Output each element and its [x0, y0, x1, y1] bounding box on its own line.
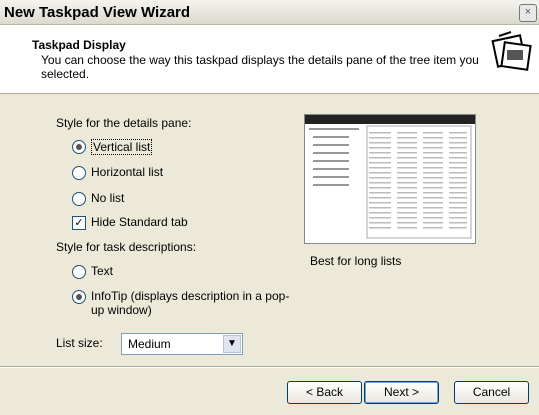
- task-descriptions-label: Style for task descriptions:: [56, 240, 197, 254]
- no-list-label: No list: [91, 191, 125, 205]
- header-description: You can choose the way this taskpad disp…: [41, 53, 479, 81]
- details-pane-label: Style for the details pane:: [56, 116, 192, 130]
- list-size-select[interactable]: Medium ▼: [121, 333, 243, 355]
- preview-titlebar: [305, 115, 475, 124]
- list-size-label: List size:: [56, 336, 103, 350]
- next-button[interactable]: Next >: [364, 381, 439, 404]
- close-icon[interactable]: ×: [519, 4, 537, 22]
- preview-image: [304, 114, 476, 244]
- title-bar: New Taskpad View Wizard ×: [0, 0, 539, 25]
- button-separator: [0, 366, 539, 368]
- radio-unselected: [72, 192, 86, 206]
- horizontal-list-radio[interactable]: Horizontal list: [72, 165, 163, 180]
- chevron-down-icon[interactable]: ▼: [223, 335, 241, 353]
- checkmark-icon: ✓: [72, 216, 86, 230]
- header-title: Taskpad Display: [32, 38, 126, 52]
- text-label: Text: [91, 264, 114, 278]
- back-button[interactable]: < Back: [287, 381, 362, 404]
- radio-selected: [72, 140, 86, 154]
- radio-unselected: [72, 265, 86, 279]
- no-list-radio[interactable]: No list: [72, 191, 124, 206]
- list-size-value: Medium: [128, 337, 171, 351]
- wizard-body: Style for the details pane: Vertical lis…: [0, 94, 539, 368]
- vertical-list-radio[interactable]: Vertical list: [72, 139, 153, 155]
- hide-standard-tab-label: Hide Standard tab: [91, 215, 188, 229]
- horizontal-list-label: Horizontal list: [91, 165, 164, 179]
- infotip-radio[interactable]: InfoTip (displays description in a pop-u…: [72, 289, 302, 317]
- text-radio[interactable]: Text: [72, 264, 113, 279]
- wizard-header: Taskpad Display You can choose the way t…: [0, 25, 539, 94]
- radio-unselected: [72, 166, 86, 180]
- vertical-list-label: Vertical list: [91, 139, 153, 155]
- taskpad-wizard-icon: [491, 31, 532, 71]
- hide-standard-tab-checkbox[interactable]: ✓ Hide Standard tab: [72, 215, 188, 230]
- infotip-label: InfoTip (displays description in a pop-u…: [91, 289, 290, 317]
- cancel-button[interactable]: Cancel: [454, 381, 529, 404]
- window-title: New Taskpad View Wizard: [4, 4, 191, 21]
- preview-caption: Best for long lists: [310, 254, 402, 268]
- radio-selected: [72, 290, 86, 304]
- preview-list-graphic: [309, 125, 472, 239]
- wizard-window: New Taskpad View Wizard × Taskpad Displa…: [0, 0, 539, 415]
